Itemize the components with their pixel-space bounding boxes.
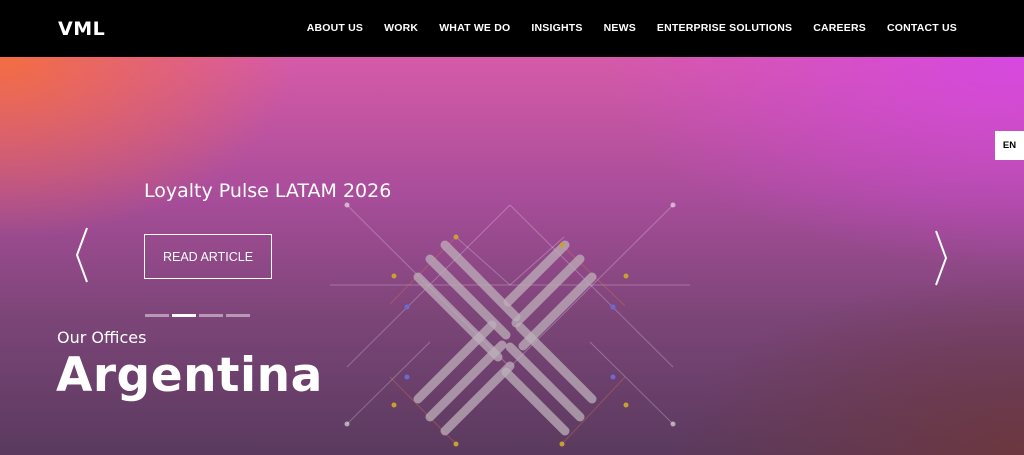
language-selector[interactable]: EN bbox=[995, 131, 1024, 160]
hero-banner: Loyalty Pulse LATAM 2026 READ ARTICLE Ou… bbox=[0, 57, 1024, 455]
slider-dot-1[interactable] bbox=[145, 314, 169, 317]
nav-work[interactable]: WORK bbox=[384, 22, 418, 34]
nav-what-we-do[interactable]: WHAT WE DO bbox=[439, 22, 510, 34]
slider-dot-3[interactable] bbox=[199, 314, 223, 317]
vml-logo[interactable]: VML bbox=[58, 18, 105, 40]
slider-dot-4[interactable] bbox=[226, 314, 250, 317]
slider-dot-2-active[interactable] bbox=[172, 314, 196, 317]
nav-news[interactable]: NEWS bbox=[604, 22, 636, 34]
top-navigation-bar: VML ABOUT US WORK WHAT WE DO INSIGHTS NE… bbox=[0, 0, 1024, 57]
nav-about-us[interactable]: ABOUT US bbox=[307, 22, 363, 34]
nav-insights[interactable]: INSIGHTS bbox=[531, 22, 582, 34]
slide-title: Loyalty Pulse LATAM 2026 bbox=[144, 180, 392, 202]
nav-careers[interactable]: CAREERS bbox=[813, 22, 866, 34]
office-name-heading: Argentina bbox=[56, 348, 323, 403]
main-nav: ABOUT US WORK WHAT WE DO INSIGHTS NEWS E… bbox=[307, 22, 957, 34]
slider-pagination bbox=[145, 314, 250, 317]
x-graphic bbox=[330, 202, 690, 447]
nav-enterprise-solutions[interactable]: ENTERPRISE SOLUTIONS bbox=[657, 22, 792, 34]
slider-prev-arrow-icon[interactable] bbox=[74, 226, 90, 289]
read-article-button[interactable]: READ ARTICLE bbox=[144, 234, 272, 279]
nav-contact-us[interactable]: CONTACT US bbox=[887, 22, 957, 34]
slider-next-arrow-icon[interactable] bbox=[933, 229, 949, 292]
offices-label: Our Offices bbox=[57, 328, 147, 347]
